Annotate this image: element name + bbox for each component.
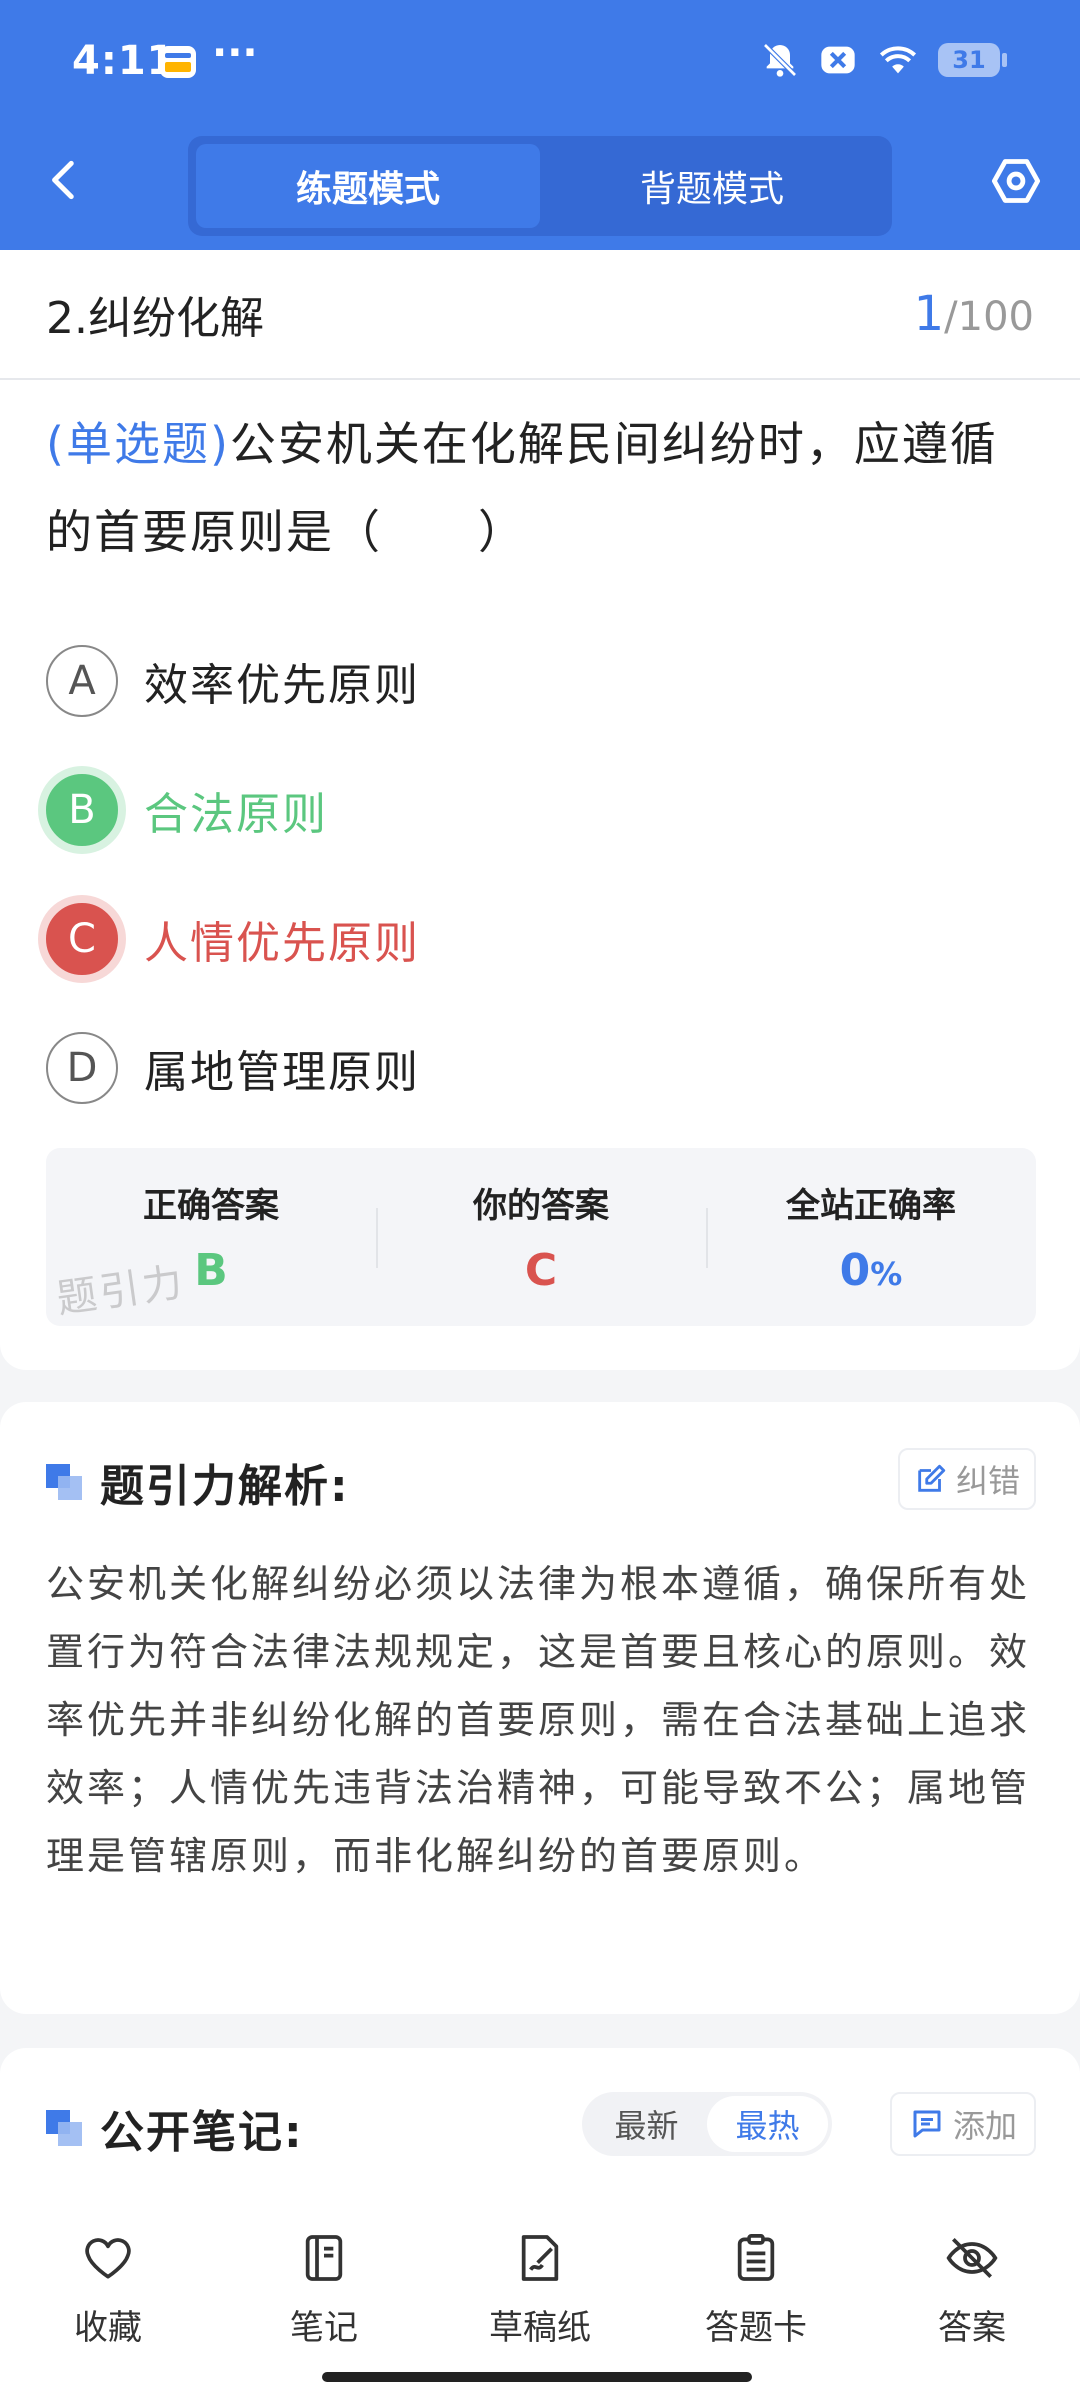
question-card: 2.纠纷化解 1/100 (单选题)公安机关在化解民间纠纷时，应遵循的首要原则是… xyxy=(0,250,1080,1370)
notes-sort-toggle: 最新 最热 xyxy=(582,2092,832,2156)
accuracy-number: 0 xyxy=(839,1245,871,1296)
nav-label: 草稿纸 xyxy=(489,2308,591,2348)
question-type: (单选题) xyxy=(46,417,230,471)
mode-switch: 练题模式 背题模式 xyxy=(188,136,892,236)
more-notifications-icon: ··· xyxy=(212,30,258,76)
bell-off-icon xyxy=(763,43,797,77)
section-title: 2.纠纷化解 xyxy=(46,293,264,344)
comment-icon xyxy=(913,2110,941,2138)
nav-label: 笔记 xyxy=(290,2308,358,2348)
total-questions: /100 xyxy=(944,294,1034,340)
current-question-number: 1 xyxy=(913,286,945,342)
your-answer-value: C xyxy=(524,1245,558,1296)
add-note-label: 添加 xyxy=(952,2107,1017,2145)
home-indicator[interactable] xyxy=(322,2372,752,2382)
notes-title: 公开笔记: xyxy=(100,2107,304,2158)
wallet-app-icon xyxy=(160,46,196,78)
site-accuracy-value: 0% xyxy=(840,1245,903,1296)
option-b[interactable]: B 合法原则 xyxy=(46,745,1034,874)
wifi-icon xyxy=(879,46,917,74)
answer-summary: 正确答案 B 题引力 你的答案 C 全站正确率 0% xyxy=(46,1148,1036,1326)
option-a[interactable]: A 效率优先原则 xyxy=(46,616,1034,745)
no-sim-icon xyxy=(821,46,855,74)
nav-label: 答题卡 xyxy=(705,2308,807,2348)
squares-icon xyxy=(46,1464,82,1500)
nav-answer[interactable]: 答案 xyxy=(864,2186,1080,2400)
your-answer-label: 你的答案 xyxy=(473,1186,609,1226)
option-text: 属地管理原则 xyxy=(144,1046,420,1098)
nav-answer-sheet[interactable]: 答题卡 xyxy=(648,2186,864,2400)
squares-icon xyxy=(46,2110,82,2146)
accuracy-unit: % xyxy=(870,1255,903,1293)
nav-label: 收藏 xyxy=(74,2308,142,2348)
analysis-header: 题引力解析: xyxy=(46,1450,350,1514)
bottom-navigation: 收藏 笔记 草稿纸 答题卡 答案 xyxy=(0,2186,1080,2400)
site-accuracy-column: 全站正确率 0% xyxy=(706,1148,1036,1326)
option-letter: A xyxy=(46,644,118,717)
site-accuracy-label: 全站正确率 xyxy=(786,1186,956,1226)
option-text: 人情优先原则 xyxy=(144,917,420,969)
options-list: A 效率优先原则 B 合法原则 C 人情优先原则 D 属地管理原则 xyxy=(0,576,1080,1132)
edit-icon xyxy=(918,1464,946,1492)
analysis-title: 题引力解析: xyxy=(100,1461,350,1512)
add-note-button[interactable]: 添加 xyxy=(890,2092,1036,2156)
question-text: (单选题)公安机关在化解民间纠纷时，应遵循的首要原则是（ ） xyxy=(0,380,1080,576)
eye-off-icon xyxy=(946,2238,998,2278)
report-error-label: 纠错 xyxy=(955,1462,1020,1500)
tab-practice-mode[interactable]: 练题模式 xyxy=(196,144,540,228)
battery-indicator: 31 xyxy=(938,43,1007,77)
report-error-button[interactable]: 纠错 xyxy=(898,1448,1036,1510)
option-text: 合法原则 xyxy=(144,788,328,840)
question-header: 2.纠纷化解 1/100 xyxy=(0,250,1080,380)
sort-hottest[interactable]: 最热 xyxy=(707,2096,828,2152)
option-letter: D xyxy=(46,1031,118,1104)
draft-pen-icon xyxy=(521,2235,559,2281)
nav-label: 答案 xyxy=(938,2308,1006,2348)
heart-icon xyxy=(85,2238,131,2279)
nav-favorite[interactable]: 收藏 xyxy=(0,2186,216,2400)
clipboard-icon xyxy=(737,2233,775,2281)
app-header: 4:11 ··· 31 练题模式 背题模式 xyxy=(0,0,1080,250)
notebook-icon xyxy=(305,2235,343,2281)
status-bar: 4:11 ··· 31 xyxy=(0,0,1080,120)
nav-scratch-paper[interactable]: 草稿纸 xyxy=(432,2186,648,2400)
correct-answer-column: 正确答案 B 题引力 xyxy=(46,1148,376,1326)
correct-answer-value: B xyxy=(194,1245,228,1296)
status-icons: 31 xyxy=(760,40,1007,80)
watermark: 题引力 xyxy=(53,1259,189,1323)
correct-answer-label: 正确答案 xyxy=(143,1186,279,1226)
nav-notes[interactable]: 笔记 xyxy=(216,2186,432,2400)
option-d[interactable]: D 属地管理原则 xyxy=(46,1003,1034,1132)
notes-header: 公开笔记: xyxy=(46,2096,304,2160)
option-text: 效率优先原则 xyxy=(144,659,420,711)
option-letter: B xyxy=(46,773,118,846)
sort-latest[interactable]: 最新 xyxy=(586,2096,707,2152)
option-c[interactable]: C 人情优先原则 xyxy=(46,874,1034,1003)
question-progress[interactable]: 1/100 xyxy=(914,286,1034,342)
your-answer-column: 你的答案 C xyxy=(376,1148,706,1326)
analysis-card: 题引力解析: 纠错 公安机关化解纠纷必须以法律为根本遵循，确保所有处置行为符合法… xyxy=(0,1402,1080,2014)
back-arrow-icon[interactable] xyxy=(40,155,90,205)
tab-memorize-mode[interactable]: 背题模式 xyxy=(540,144,884,228)
option-letter: C xyxy=(46,902,118,975)
analysis-text: 公安机关化解纠纷必须以法律为根本遵循，确保所有处置行为符合法律法规规定，这是首要… xyxy=(46,1562,1031,1878)
settings-hexagon-icon[interactable] xyxy=(990,155,1042,207)
